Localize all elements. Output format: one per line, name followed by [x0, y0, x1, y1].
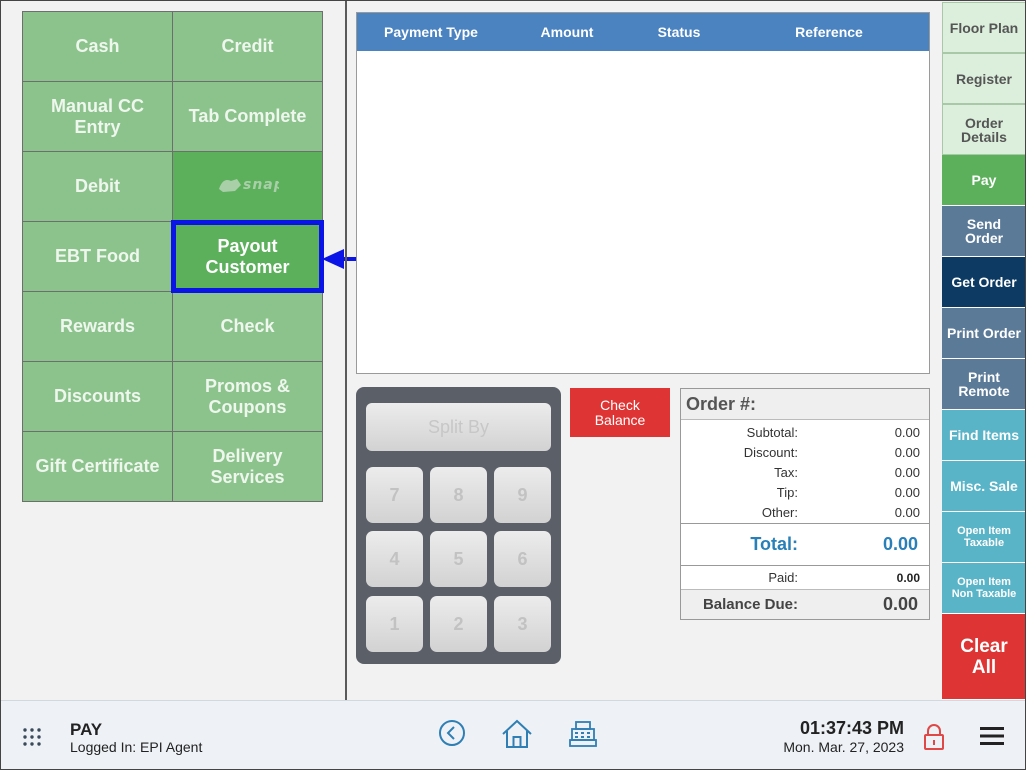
debit-button[interactable]: Debit [22, 151, 173, 222]
footer-bar: PAY Logged In: EPI Agent 01:37:43 PM Mon… [0, 700, 1026, 770]
tab-complete-button[interactable]: Tab Complete [172, 81, 323, 152]
numpad-key-6[interactable]: 6 [494, 531, 551, 587]
numpad-key-4[interactable]: 4 [366, 531, 423, 587]
manual-cc-entry-button[interactable]: Manual CC Entry [22, 81, 173, 152]
clear-all-button[interactable]: Clear All [942, 614, 1026, 700]
discount-label: Discount: [743, 444, 798, 460]
numpad-key-3[interactable]: 3 [494, 596, 551, 652]
ebt-snap-button[interactable]: snap [172, 151, 323, 222]
tip-value: 0.00 [894, 484, 920, 500]
screen-title: PAY [70, 720, 103, 739]
open-item-taxable-button[interactable]: Open Item Taxable [942, 512, 1026, 563]
back-icon[interactable] [438, 719, 466, 747]
balance-due-row: Balance Due: 0.00 [681, 590, 929, 619]
logged-in-user: Logged In: EPI Agent [70, 739, 203, 755]
ebt-food-button[interactable]: EBT Food [22, 221, 173, 292]
promos-coupons-button[interactable]: Promos & Coupons [172, 361, 323, 432]
other-value: 0.00 [894, 504, 920, 520]
check-button[interactable]: Check [172, 291, 323, 362]
delivery-services-button[interactable]: Delivery Services [172, 431, 323, 502]
cash-button[interactable]: Cash [22, 11, 173, 82]
subtotal-label: Subtotal: [746, 424, 798, 440]
column-payment-type: Payment Type [384, 24, 478, 40]
right-nav: Floor Plan Register Order Details Pay Se… [942, 2, 1026, 700]
home-icon[interactable] [501, 719, 533, 749]
apps-grid-icon[interactable] [22, 727, 42, 747]
ebt-snap-logo-icon: snap [217, 173, 283, 200]
order-summary: Order #: Subtotal: 0.00 Discount: 0.00 T… [680, 388, 930, 620]
open-item-non-taxable-button[interactable]: Open Item Non Taxable [942, 563, 1026, 614]
discount-row: Discount: 0.00 [681, 442, 929, 462]
lock-icon[interactable] [923, 723, 945, 751]
numpad-key-9[interactable]: 9 [494, 467, 551, 523]
send-order-button[interactable]: Send Order [942, 206, 1026, 257]
check-balance-button[interactable]: Check Balance [570, 388, 670, 437]
rewards-button[interactable]: Rewards [22, 291, 173, 362]
paid-label: Paid: [768, 570, 798, 585]
numpad-key-7[interactable]: 7 [366, 467, 423, 523]
order-summary-rows: Subtotal: 0.00 Discount: 0.00 Tax: 0.00 … [681, 420, 929, 524]
clock-date: Mon. Mar. 27, 2023 [783, 739, 904, 755]
tip-label: Tip: [776, 484, 798, 500]
payments-table: Payment Type Amount Status Reference [356, 12, 930, 374]
print-remote-button[interactable]: Print Remote [942, 359, 1026, 410]
numpad-key-5[interactable]: 5 [430, 531, 487, 587]
other-row: Other: 0.00 [681, 502, 929, 522]
column-reference: Reference [795, 24, 863, 40]
order-number-title: Order #: [681, 389, 929, 420]
clock-time: 01:37:43 PM [799, 718, 904, 738]
column-status: Status [657, 24, 701, 40]
tip-row: Tip: 0.00 [681, 482, 929, 502]
get-order-button[interactable]: Get Order [942, 257, 1026, 308]
total-row: Total: 0.00 [681, 524, 929, 566]
payments-table-header: Payment Type Amount Status Reference [357, 13, 929, 51]
floor-plan-button[interactable]: Floor Plan [942, 2, 1026, 53]
numpad-key-8[interactable]: 8 [430, 467, 487, 523]
column-amount: Amount [540, 24, 594, 40]
order-details-button[interactable]: Order Details [942, 104, 1026, 155]
cash-register-icon[interactable] [568, 719, 598, 749]
subtotal-value: 0.00 [894, 424, 920, 440]
menu-icon[interactable] [979, 726, 1005, 746]
balance-due-value: 0.00 [882, 594, 918, 614]
payment-methods-grid: Cash Credit Manual CC Entry Tab Complete… [22, 11, 324, 502]
discount-value: 0.00 [894, 444, 920, 460]
print-order-button[interactable]: Print Order [942, 308, 1026, 359]
total-label: Total: [750, 534, 798, 554]
other-label: Other: [761, 504, 798, 520]
discounts-button[interactable]: Discounts [22, 361, 173, 432]
paid-value: 0.00 [896, 570, 920, 585]
tax-label: Tax: [774, 464, 798, 480]
tax-value: 0.00 [894, 464, 920, 480]
credit-button[interactable]: Credit [172, 11, 323, 82]
numpad-key-2[interactable]: 2 [430, 596, 487, 652]
tax-row: Tax: 0.00 [681, 462, 929, 482]
total-value: 0.00 [882, 534, 918, 554]
gift-certificate-button[interactable]: Gift Certificate [22, 431, 173, 502]
numpad: Split By 7 8 9 4 5 6 1 2 3 [356, 387, 561, 664]
subtotal-row: Subtotal: 0.00 [681, 422, 929, 442]
check-balance-label: Check Balance [594, 396, 646, 428]
split-by-button[interactable]: Split By [366, 403, 551, 451]
paid-row: Paid: 0.00 [681, 566, 929, 590]
panel-divider [345, 0, 347, 700]
balance-due-label: Balance Due: [702, 596, 798, 613]
find-items-button[interactable]: Find Items [942, 410, 1026, 461]
misc-sale-button[interactable]: Misc. Sale [942, 461, 1026, 512]
svg-text:snap: snap [243, 177, 279, 193]
payout-customer-button[interactable]: Payout Customer [171, 220, 324, 293]
pay-button[interactable]: Pay [942, 155, 1026, 206]
numpad-key-1[interactable]: 1 [366, 596, 423, 652]
register-button[interactable]: Register [942, 53, 1026, 104]
